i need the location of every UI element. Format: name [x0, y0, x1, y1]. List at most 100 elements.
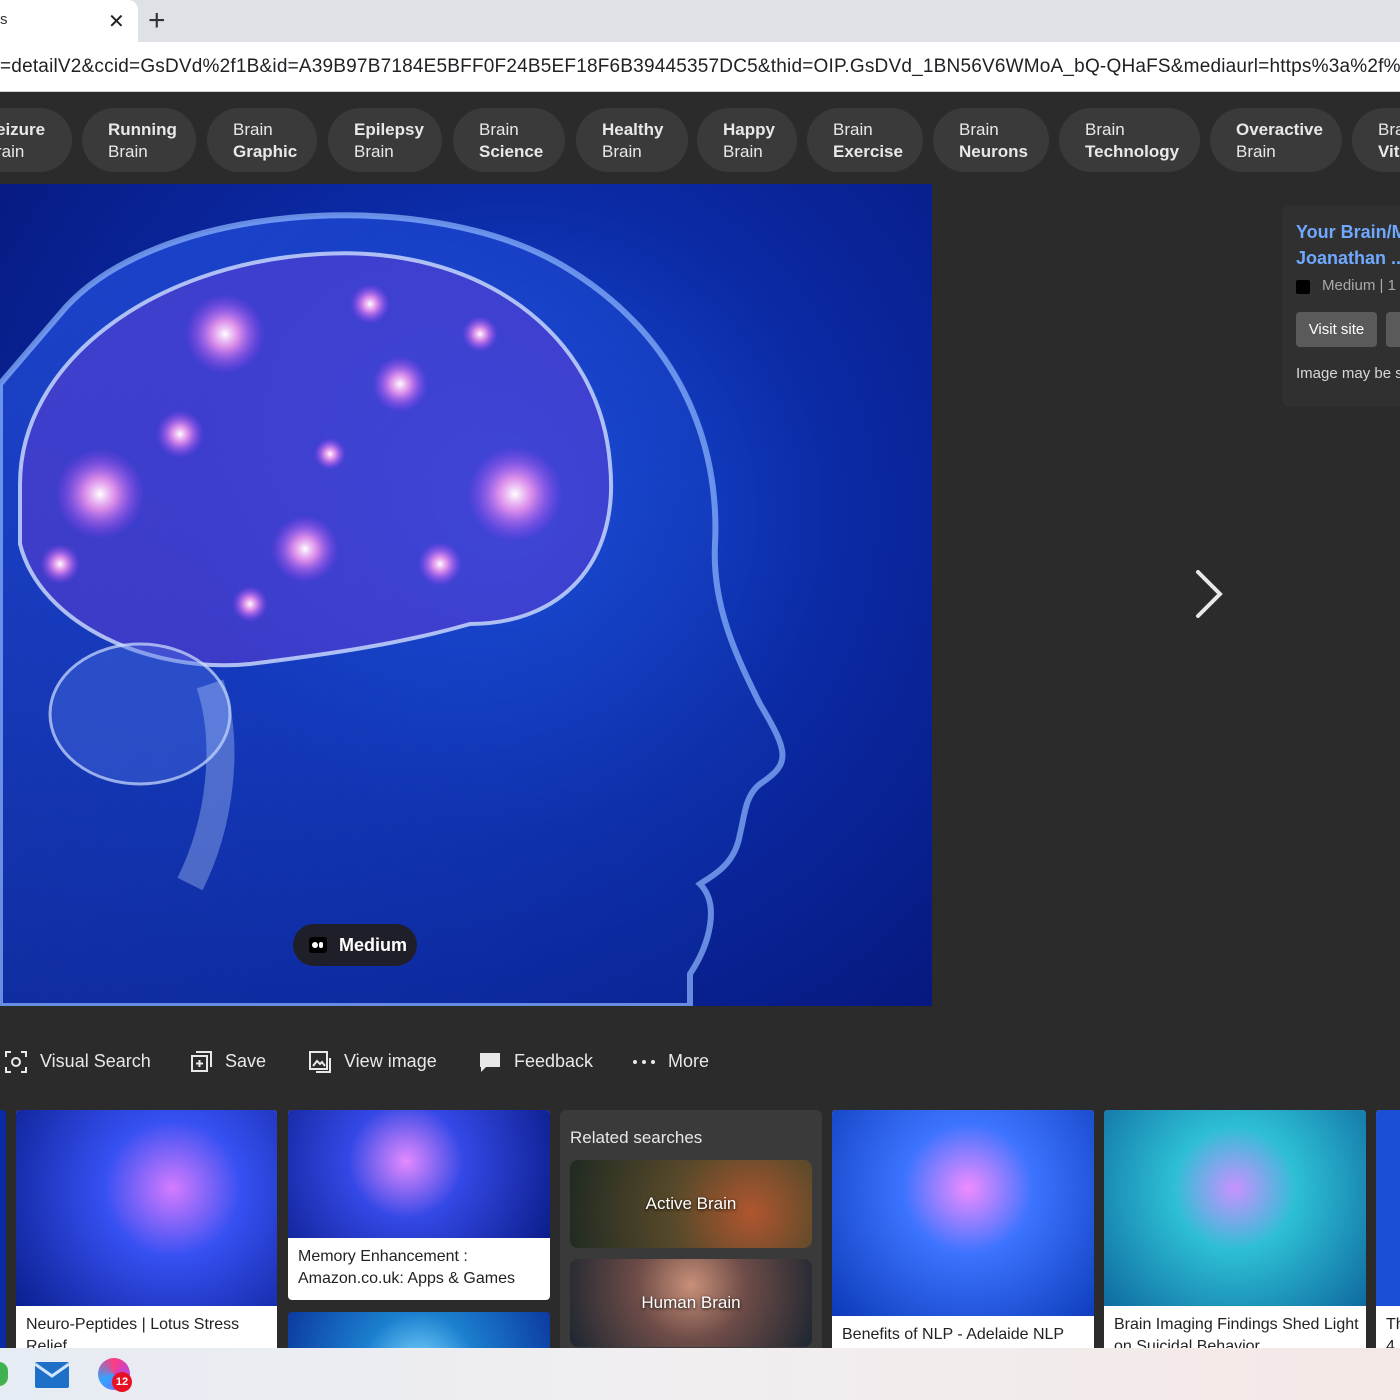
action-label: Visual Search [40, 1051, 151, 1071]
new-tab-button[interactable]: + [148, 4, 166, 38]
caption-line2: Amazon.co.uk: Apps & Games [298, 1270, 515, 1287]
save-icon [191, 1051, 212, 1072]
action-label: Save [225, 1051, 267, 1071]
chip-brain-exercise[interactable]: Brain Exercise [807, 108, 923, 172]
action-label: Feedback [514, 1051, 594, 1071]
chip-brain-technology[interactable]: Brain Technology [1059, 108, 1200, 172]
chip-line2: Brain [602, 142, 642, 161]
chip-line1: Healthy [602, 120, 664, 139]
related-item-human-brain[interactable]: Human Brain [570, 1259, 812, 1347]
main-image[interactable]: Medium [0, 184, 932, 1006]
chip-brain-graphic[interactable]: Brain Graphic [207, 108, 317, 172]
chip-line1: eizure [0, 120, 46, 139]
source-label: Medium [339, 935, 408, 955]
title-line2: Joanathan ... [1296, 248, 1400, 268]
action-label: View image [344, 1051, 437, 1071]
browser-tab-bar: s ✕ + [0, 0, 1400, 42]
more-icon [633, 1060, 655, 1064]
notification-badge: 12 [112, 1372, 132, 1392]
chip-line1: Bra [1378, 120, 1400, 139]
address-bar[interactable]: =detailV2&ccid=GsDVd%2f1B&id=A39B97B7184… [0, 42, 1400, 92]
medium-logo-icon [309, 937, 327, 953]
thumbnail-brain-imaging[interactable]: Brain Imaging Findings Shed Light on Sui… [1104, 1110, 1366, 1360]
thumbnail-image [16, 1110, 277, 1306]
chip-seizure-brain[interactable]: eizure rain [0, 108, 72, 172]
chip-healthy-brain[interactable]: Healthy Brain [576, 108, 688, 172]
chip-line1: Brain [1085, 120, 1125, 139]
caption-line1: Neuro-Peptides | Lotus Stress [26, 1316, 240, 1333]
chevron-right-icon[interactable] [1190, 566, 1230, 622]
chip-line2: Graphic [233, 142, 298, 161]
app-icon-partial[interactable] [0, 1362, 8, 1386]
thumbnail-partial-right[interactable]: Th 4 [1376, 1110, 1400, 1360]
caption-line1: Memory Enhancement : [298, 1248, 468, 1265]
chip-line2: Brain [354, 142, 394, 161]
chip-line1: Happy [723, 120, 775, 139]
secondary-button[interactable] [1386, 312, 1400, 347]
chip-brain-neurons[interactable]: Brain Neurons [933, 108, 1049, 172]
mail-icon[interactable] [34, 1358, 70, 1390]
visit-site-button[interactable]: Visit site [1296, 312, 1377, 347]
chip-line2: Science [479, 142, 544, 161]
brain-illustration [0, 212, 786, 1006]
url-text: =detailV2&ccid=GsDVd%2f1B&id=A39B97B7184… [0, 56, 1400, 77]
caption-line1: Benefits of NLP - Adelaide NLP [842, 1326, 1065, 1343]
chip-line2: Brain [108, 142, 148, 161]
thumbnail-partial-left[interactable] [0, 1110, 6, 1360]
chip-line1: Running [108, 120, 177, 139]
info-source[interactable]: Medium | 1 [1322, 277, 1396, 294]
image-actions: Visual Search Save View image Feedback M… [0, 1040, 930, 1084]
chip-running-brain[interactable]: Running Brain [82, 108, 196, 172]
image-source-pill[interactable]: Medium [293, 924, 417, 966]
visual-search-icon [5, 1051, 27, 1073]
chip-line2: Brain [723, 142, 763, 161]
os-taskbar: 12 [0, 1348, 1400, 1400]
thumbnail-image [832, 1110, 1094, 1316]
image-title-link[interactable]: Your Brain/M Joanathan ... [1296, 219, 1400, 271]
related-item-label: Human Brain [641, 1293, 741, 1312]
chip-brain-science[interactable]: Brain Science [453, 108, 565, 172]
related-item-active-brain[interactable]: Active Brain [570, 1160, 812, 1248]
related-searches-title: Related searches [570, 1128, 703, 1147]
feedback-icon [480, 1053, 500, 1072]
title-line1: Your Brain/M [1296, 222, 1400, 242]
chip-line2: rain [0, 142, 25, 161]
close-icon[interactable]: ✕ [108, 9, 125, 34]
view-image-icon [309, 1051, 331, 1073]
chip-line1: Brain [233, 120, 273, 139]
thumbnail-caption: Benefits of NLP - Adelaide NLP [842, 1324, 1064, 1346]
related-chips-bar: eizure rain Running Brain Brain Graphic … [0, 92, 1400, 184]
thumbnail-caption: Memory Enhancement : Amazon.co.uk: Apps … [298, 1246, 515, 1290]
image-info-card: Your Brain/M Joanathan ... Medium | 1 Vi… [1282, 205, 1400, 407]
thumbnail-image [1376, 1110, 1400, 1306]
action-label: More [668, 1051, 710, 1071]
thumbnail-image [1104, 1110, 1366, 1306]
chip-happy-brain[interactable]: Happy Brain [697, 108, 797, 172]
related-searches-panel: Related searches Active Brain Human Brai… [560, 1110, 822, 1360]
caption-line1: Brain Imaging Findings Shed Light [1114, 1316, 1359, 1333]
chip-line1: Brain [479, 120, 519, 139]
chip-line1: Epilepsy [354, 120, 424, 139]
thumbnail-benefits-nlp[interactable]: Benefits of NLP - Adelaide NLP [832, 1110, 1094, 1360]
chip-line2: Vit [1378, 142, 1400, 161]
chip-epilepsy-brain[interactable]: Epilepsy Brain [328, 108, 442, 172]
tab-title: s [0, 11, 8, 28]
thumbnail-neuro-peptides[interactable]: Neuro-Peptides | Lotus Stress Relief [16, 1110, 277, 1360]
messenger-icon[interactable]: 12 [98, 1358, 132, 1392]
thumbnail-image [288, 1110, 550, 1238]
chip-brain-vit[interactable]: Bra Vit [1352, 108, 1400, 172]
thumbnail-memory-enhancement[interactable]: Memory Enhancement : Amazon.co.uk: Apps … [288, 1110, 550, 1300]
chip-line1: Overactive [1236, 120, 1323, 139]
medium-logo-icon [1296, 280, 1310, 294]
chip-line2: Technology [1085, 142, 1180, 161]
chip-line1: Brain [959, 120, 999, 139]
related-item-label: Active Brain [645, 1194, 737, 1213]
chip-line1: Brain [833, 120, 873, 139]
chip-line2: Brain [1236, 142, 1276, 161]
chip-overactive-brain[interactable]: Overactive Brain [1210, 108, 1342, 172]
copyright-note: Image may be su [1296, 365, 1400, 382]
caption-line1: Th [1386, 1316, 1400, 1333]
browser-tab[interactable]: s ✕ [0, 0, 138, 42]
chip-line2: Neurons [959, 142, 1028, 161]
chip-line2: Exercise [833, 142, 903, 161]
